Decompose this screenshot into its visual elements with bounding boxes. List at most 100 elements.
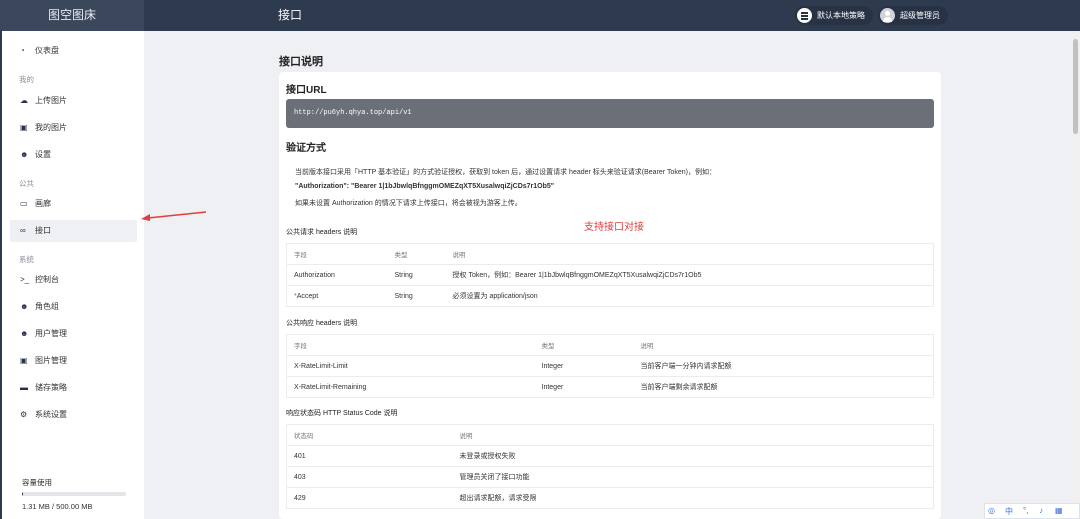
- column-header: 类型: [541, 343, 555, 350]
- sidebar-item-console[interactable]: >_ 控制台: [10, 269, 137, 291]
- table-header-row: 状态码 说明: [287, 425, 934, 446]
- table-cell-type: String: [387, 285, 446, 307]
- cogs-icon: ⚙: [20, 410, 28, 419]
- api-url-code[interactable]: http://pu6yh.qhya.top/api/v1: [286, 99, 934, 128]
- user-menu-button[interactable]: 超级管理员: [878, 6, 948, 25]
- table-cell-code: 403: [286, 466, 453, 488]
- capacity-value: 1.31 MB / 500.00 MB: [22, 502, 93, 511]
- sidebar-item-label: 仪表盘: [35, 46, 59, 55]
- top-bar: 图空图床 接口 默认本地策略 超级管理员: [0, 0, 1080, 31]
- ime-logo-icon[interactable]: ◎: [988, 506, 995, 515]
- table-cell-desc: 当前客户端一分钟内请求配额: [633, 355, 934, 377]
- sidebar: ◔ 仪表盘 我的 ☁ 上传图片 ▣ 我的图片 ☻ 设置 公共 ▭ 画廊 ∞ 接口…: [0, 31, 144, 519]
- table-row: Authorization String 授权 Token，例如：Bearer …: [286, 264, 934, 286]
- brand-logo[interactable]: 图空图床: [0, 0, 144, 31]
- sidebar-item-label: 储存策略: [35, 383, 67, 392]
- user-cog-icon: ☻: [20, 150, 29, 159]
- ime-mic-icon[interactable]: ♪: [1039, 506, 1043, 515]
- ime-grid-icon[interactable]: ▦: [1055, 506, 1063, 515]
- sidebar-item-label: 系统设置: [35, 410, 67, 419]
- auth-heading: 验证方式: [286, 143, 326, 154]
- page-header-title: 接口: [278, 8, 303, 22]
- arrow-head: [141, 214, 150, 221]
- table-cell-field: *Accept: [286, 285, 388, 307]
- table-row: 403 管理员关闭了接口功能: [286, 466, 934, 488]
- sidebar-item-roles[interactable]: ☻ 角色组: [10, 296, 137, 318]
- table-cell-field: Authorization: [286, 264, 388, 286]
- sidebar-item-label: 画廊: [35, 199, 51, 208]
- table-header-row: 字段 类型 说明: [287, 335, 934, 356]
- sidebar-item-storage[interactable]: ▬ 储存策略: [10, 377, 137, 399]
- request-headers-title: 公共请求 headers 说明: [286, 229, 358, 236]
- table-cell-desc: 当前客户端剩余请求配额: [633, 376, 934, 398]
- column-header: 类型: [394, 252, 408, 259]
- users-icon: ☻: [20, 302, 29, 311]
- section-label-mine: 我的: [19, 75, 34, 84]
- sidebar-item-image-management[interactable]: ▣ 图片管理: [10, 350, 137, 372]
- column-header: 字段: [294, 343, 307, 350]
- sidebar-item-gallery[interactable]: ▭ 画廊: [10, 193, 137, 215]
- ime-toolbar[interactable]: ◎ 中 °, ♪ ▦: [984, 503, 1080, 519]
- sidebar-item-settings[interactable]: ☻ 设置: [10, 144, 137, 166]
- annotation-text: 支持接口对接: [584, 222, 644, 233]
- strategy-label: 默认本地策略: [817, 11, 865, 20]
- user-label: 超级管理员: [900, 11, 940, 20]
- hdd-icon: ▬: [20, 383, 28, 392]
- sidebar-item-label: 控制台: [35, 275, 59, 284]
- column-header: 字段: [294, 252, 307, 259]
- auth-guest-note: 如果未设置 Authorization 的情况下请求上传接口，将会被视为游客上传…: [295, 200, 522, 207]
- page-title: 接口说明: [279, 56, 323, 68]
- section-label-system: 系统: [19, 255, 34, 264]
- table-cell-type: Integer: [534, 355, 634, 377]
- sidebar-item-my-images[interactable]: ▣ 我的图片: [10, 117, 137, 139]
- status-codes-table: 状态码 说明 401 未登录或授权失败 403 管理员关闭了接口功能 429 超…: [286, 424, 934, 509]
- cloud-upload-icon: ☁: [20, 96, 28, 105]
- response-headers-table: 字段 类型 说明 X-RateLimit-Limit Integer 当前客户端…: [286, 334, 934, 398]
- table-cell-code: 429: [286, 487, 453, 509]
- arrow-shaft: [147, 211, 207, 219]
- table-cell-code: 401: [286, 445, 453, 467]
- capacity-bar-fill: [22, 492, 24, 496]
- table-cell-field: X-RateLimit-Limit: [286, 355, 535, 377]
- list-icon: [797, 8, 812, 23]
- table-cell-field: X-RateLimit-Remaining: [286, 376, 535, 398]
- sidebar-item-api[interactable]: ∞ 接口: [10, 220, 137, 242]
- column-header: 说明: [640, 343, 654, 350]
- sidebar-item-system-settings[interactable]: ⚙ 系统设置: [10, 404, 137, 426]
- capacity-label: 容量使用: [22, 478, 52, 487]
- strategy-button[interactable]: 默认本地策略: [795, 6, 873, 25]
- images-icon: ▣: [20, 123, 28, 132]
- sidebar-item-dashboard[interactable]: ◔ 仪表盘: [10, 40, 137, 62]
- response-headers-title: 公共响应 headers 说明: [286, 320, 358, 327]
- sidebar-item-label: 图片管理: [35, 356, 67, 365]
- scrollbar[interactable]: [1071, 31, 1080, 519]
- avatar: [880, 8, 895, 23]
- column-header: 说明: [452, 252, 466, 259]
- sidebar-item-user-management[interactable]: ☻ 用户管理: [10, 323, 137, 345]
- url-heading: 接口URL: [286, 85, 327, 96]
- section-label-public: 公共: [19, 179, 34, 188]
- content-card: 接口URL http://pu6yh.qhya.top/api/v1 验证方式 …: [279, 72, 941, 519]
- ime-punctuation-icon[interactable]: °,: [1023, 506, 1028, 515]
- auth-example: "Authorization": "Bearer 1|1bJbwlqBfnggm…: [295, 183, 555, 190]
- request-headers-table: 字段 类型 说明 Authorization String 授权 Token，例…: [286, 243, 934, 307]
- table-cell-type: Integer: [534, 376, 634, 398]
- column-header: 说明: [459, 433, 473, 440]
- annotation-arrow: [141, 211, 207, 221]
- table-header-row: 字段 类型 说明: [287, 244, 934, 265]
- sidebar-item-label: 我的图片: [35, 123, 67, 132]
- link-icon: ∞: [20, 226, 26, 235]
- table-row: 429 超出请求配额，请求受限: [286, 487, 934, 509]
- status-codes-title: 响应状态码 HTTP Status Code 说明: [286, 410, 398, 417]
- table-cell-desc: 授权 Token，例如：Bearer 1|1bJbwlqBfnggmOMEZqX…: [445, 264, 934, 286]
- table-cell-type: String: [387, 264, 446, 286]
- table-cell-desc: 管理员关闭了接口功能: [452, 466, 934, 488]
- sidebar-item-label: 接口: [35, 226, 51, 235]
- scrollbar-thumb[interactable]: [1073, 39, 1078, 134]
- field-name: Accept: [296, 292, 319, 300]
- auth-description: 当前版本接口采用「HTTP 基本验证」的方式验证授权，获取到 token 后，通…: [295, 169, 716, 176]
- users-cog-icon: ☻: [20, 329, 29, 338]
- sidebar-item-upload[interactable]: ☁ 上传图片: [10, 90, 137, 112]
- table-row: *Accept String 必须设置为 application/json: [286, 285, 934, 307]
- ime-chinese-mode[interactable]: 中: [1005, 506, 1013, 517]
